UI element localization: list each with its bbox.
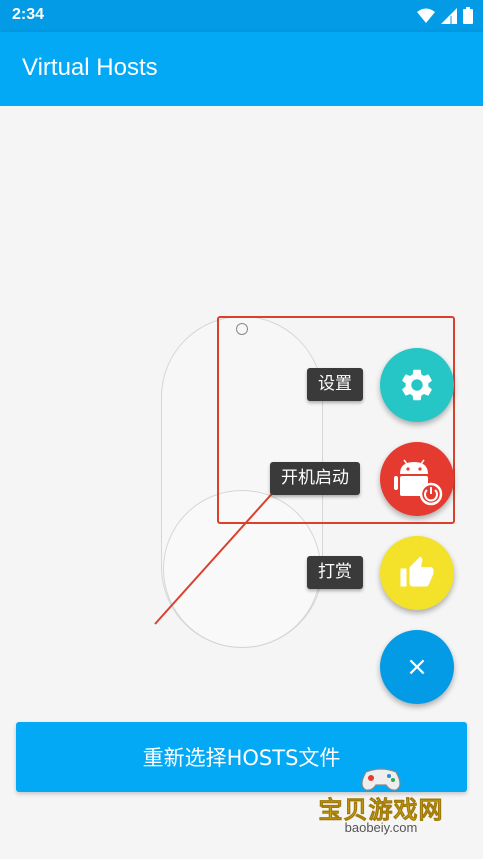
battery-icon	[463, 7, 473, 24]
close-menu-fab[interactable]: ×	[380, 630, 454, 704]
gear-icon	[402, 369, 432, 401]
settings-fab[interactable]	[380, 348, 454, 422]
android-power-icon	[394, 459, 443, 506]
signal-icon	[441, 7, 457, 24]
autostart-fab[interactable]	[380, 442, 454, 516]
autostart-label[interactable]: 开机启动	[270, 462, 360, 495]
status-icons	[417, 7, 473, 24]
donate-label[interactable]: 打赏	[307, 556, 363, 589]
status-bar: 2:34	[0, 0, 483, 32]
watermark-url: baobeiy.com	[344, 820, 418, 835]
watermark-logo: 宝贝游戏网 baobeiy.com	[306, 768, 456, 848]
wifi-icon	[417, 8, 435, 23]
close-icon: ×	[406, 652, 428, 682]
gamepad-icon	[361, 768, 401, 791]
status-time: 2:34	[12, 6, 45, 23]
donate-fab[interactable]	[380, 536, 454, 610]
thumbs-up-icon	[400, 556, 434, 587]
settings-label[interactable]: 设置	[307, 368, 363, 401]
app-bar: Virtual Hosts	[0, 32, 483, 106]
app-title: Virtual Hosts	[22, 54, 158, 81]
